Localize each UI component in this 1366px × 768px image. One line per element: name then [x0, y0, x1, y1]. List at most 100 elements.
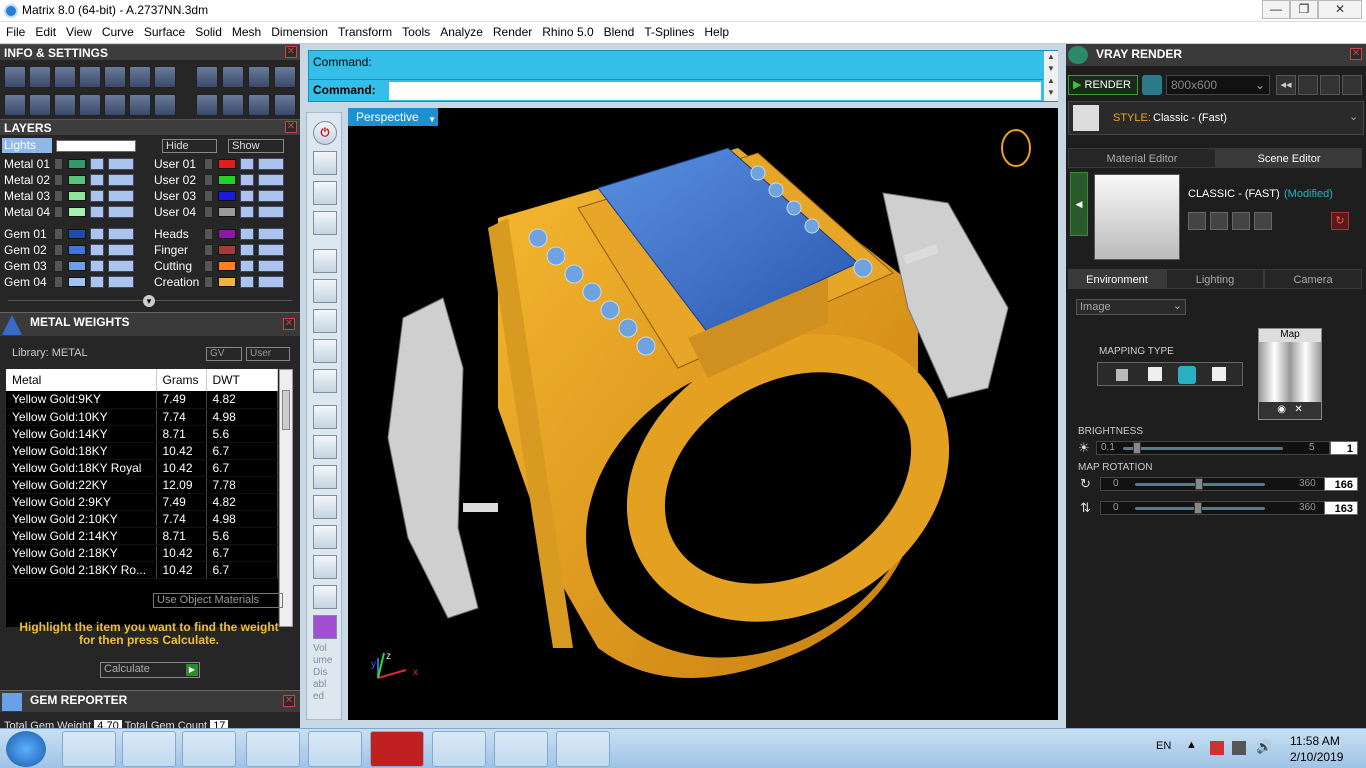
scrollbar-thumb[interactable] [282, 390, 290, 430]
layer-expand-icon[interactable] [204, 276, 213, 288]
rotation-v-value[interactable]: 163 [1324, 501, 1358, 515]
table-row[interactable]: Yellow Gold:9KY 7.49 4.82 [6, 391, 278, 409]
layer-row[interactable]: User 02 [150, 172, 300, 188]
layer-color-swatch[interactable] [218, 245, 236, 255]
layer-row[interactable]: Cutting [150, 258, 300, 274]
layer-color-swatch[interactable] [218, 191, 236, 201]
properties-icon[interactable] [154, 94, 176, 116]
menu-edit[interactable]: Edit [29, 22, 60, 39]
taskbar-explorer-icon[interactable] [122, 731, 176, 767]
table-row[interactable]: Yellow Gold 2:18KY 10.42 6.7 [6, 544, 278, 562]
resolution-select[interactable]: 800x600 ⌄ [1166, 75, 1270, 95]
layer-color-swatch[interactable] [218, 175, 236, 185]
layer-lock-icon[interactable] [90, 174, 104, 186]
hide-button[interactable]: Hide [162, 139, 217, 153]
move-icon[interactable] [248, 94, 270, 116]
clock-date[interactable]: 2/10/2019 [1290, 750, 1343, 764]
layer-expand-icon[interactable] [204, 244, 213, 256]
layer-color-swatch[interactable] [68, 229, 86, 239]
printer-icon[interactable] [54, 66, 76, 88]
frame-buffer-icon[interactable] [1298, 75, 1318, 95]
table-row[interactable]: Yellow Gold:18KY 10.42 6.7 [6, 442, 278, 460]
layer-visibility-icon[interactable] [258, 244, 284, 256]
layer-lights[interactable]: Lights [2, 138, 52, 153]
layer-expand-icon[interactable] [204, 260, 213, 272]
minimize-button[interactable]: — [1262, 0, 1290, 19]
menu-mesh[interactable]: Mesh [226, 22, 265, 39]
layer-row[interactable]: Gem 04 [0, 274, 150, 290]
layer-lock-icon[interactable] [240, 244, 254, 256]
tab-material-editor[interactable]: Material Editor [1068, 148, 1216, 168]
brightness-slider[interactable]: 0.1 5 [1096, 441, 1330, 455]
style-selector[interactable]: STYLE: Classic - (Fast) ⌄ [1068, 101, 1364, 135]
volume-icon[interactable]: 🔊 [1256, 739, 1272, 755]
settings-gear-icon[interactable] [4, 66, 26, 88]
layer-visibility-icon[interactable] [258, 174, 284, 186]
filter-icon[interactable] [104, 94, 126, 116]
tab-scene-editor[interactable]: Scene Editor [1216, 148, 1362, 168]
rotation-v-knob[interactable] [1193, 502, 1202, 514]
layer-lock-icon[interactable] [90, 260, 104, 272]
mapping-angular-icon[interactable] [1212, 367, 1226, 381]
col-grams[interactable]: Grams [156, 369, 207, 391]
wireframe-cube-icon[interactable] [54, 94, 76, 116]
box-side-icon[interactable] [313, 339, 337, 363]
layer-lock-icon[interactable] [240, 276, 254, 288]
ring-thumbnail-icon[interactable] [1001, 129, 1031, 167]
tab-lighting[interactable]: Lighting [1166, 269, 1264, 289]
taskbar-chrome-icon[interactable] [308, 731, 362, 767]
metal-close-icon[interactable]: ✕ [283, 318, 295, 330]
layer-lock-icon[interactable] [90, 206, 104, 218]
render-globe-icon[interactable] [1142, 75, 1162, 95]
transform-icon[interactable] [222, 94, 244, 116]
layer-lock-icon[interactable] [240, 228, 254, 240]
solid-cube-icon[interactable] [79, 94, 101, 116]
render-region-icon[interactable] [248, 66, 270, 88]
import-preset-icon[interactable] [1254, 212, 1272, 230]
axis-reset-icon[interactable] [313, 495, 337, 519]
layer-row[interactable]: Gem 01 [0, 226, 150, 242]
layer-visibility-icon[interactable] [258, 206, 284, 218]
table-row[interactable]: Yellow Gold 2:14KY 8.71 5.6 [6, 527, 278, 545]
menu-file[interactable]: File [0, 22, 29, 39]
gem-icon[interactable] [196, 94, 218, 116]
layer-lock-icon[interactable] [90, 228, 104, 240]
menu-view[interactable]: View [60, 22, 96, 39]
layer-row[interactable]: Creation [150, 274, 300, 290]
layer-expand-icon[interactable] [204, 158, 213, 170]
layer-row[interactable]: User 04 [150, 204, 300, 220]
menu-rhino[interactable]: Rhino 5.0 [536, 22, 597, 39]
magic-wand-icon[interactable] [313, 525, 337, 549]
layer-color-swatch[interactable] [68, 191, 86, 201]
settings-list-icon[interactable] [1342, 75, 1362, 95]
layer-row[interactable]: Finger [150, 242, 300, 258]
layer-row[interactable]: Metal 03 [0, 188, 150, 204]
layer-expand-icon[interactable] [204, 228, 213, 240]
layer-row[interactable]: Metal 04 [0, 204, 150, 220]
menu-solid[interactable]: Solid [189, 22, 226, 39]
tray-arrow-icon[interactable]: ▲ [1186, 739, 1197, 751]
rotation-v-slider[interactable]: 0 360 [1100, 501, 1326, 515]
rotation-h-value[interactable]: 166 [1324, 477, 1358, 491]
use-object-materials-checkbox[interactable]: Use Object Materials [153, 593, 283, 608]
vray-close-icon[interactable]: ✕ [1350, 48, 1362, 60]
list-icon[interactable] [1320, 75, 1340, 95]
maximize-button[interactable]: ❐ [1290, 0, 1318, 19]
menu-curve[interactable]: Curve [96, 22, 138, 39]
gem-close-icon[interactable]: ✕ [283, 695, 295, 707]
layer-color-swatch[interactable] [68, 207, 86, 217]
menu-analyze[interactable]: Analyze [434, 22, 487, 39]
menu-dimension[interactable]: Dimension [265, 22, 332, 39]
lights-layer-controls[interactable] [56, 140, 136, 152]
taskbar-vray-icon[interactable] [432, 731, 486, 767]
document-icon[interactable] [104, 66, 126, 88]
layer-lock-icon[interactable] [240, 158, 254, 170]
pencil-icon[interactable] [313, 435, 337, 459]
command-input[interactable] [389, 82, 1041, 100]
expand-chevron-icon[interactable]: ▾ [143, 295, 155, 307]
metal-table-scrollbar[interactable] [279, 369, 293, 627]
layer-expand-icon[interactable] [54, 174, 63, 186]
layer-expand-icon[interactable] [54, 228, 63, 240]
menu-transform[interactable]: Transform [332, 22, 396, 39]
layer-expand-icon[interactable] [204, 190, 213, 202]
